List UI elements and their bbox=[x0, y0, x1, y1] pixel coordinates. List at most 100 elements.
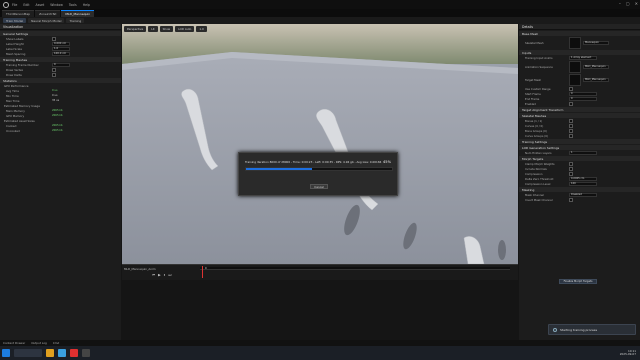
section-header[interactable]: Training Settings bbox=[519, 139, 640, 144]
property-label: Estimated Memory Usage bbox=[4, 103, 40, 108]
asset-picker[interactable]: MLD_Mannequin bbox=[583, 64, 609, 69]
property-row: Draw Delta bbox=[0, 72, 121, 77]
cancel-button[interactable]: Cancel bbox=[310, 184, 328, 189]
lit-button[interactable]: Lit bbox=[148, 25, 158, 32]
perspective-button[interactable]: Perspective bbox=[124, 25, 147, 32]
property-value: 2065 kb bbox=[52, 129, 63, 132]
minimize-icon[interactable]: – bbox=[619, 1, 621, 6]
asset-picker[interactable]: Mannequin bbox=[583, 40, 609, 45]
asset-thumbnail[interactable] bbox=[569, 36, 581, 49]
property-input[interactable]: 1 bbox=[569, 150, 597, 155]
progress-bar bbox=[245, 167, 393, 171]
browser-icon[interactable] bbox=[58, 349, 66, 357]
menu-asset[interactable]: Asset bbox=[36, 3, 45, 7]
property-label: Estimated Asset Sizes bbox=[4, 118, 35, 123]
folder-icon[interactable] bbox=[46, 349, 54, 357]
start-icon[interactable] bbox=[2, 349, 10, 357]
pause-icon[interactable]: ⏸ bbox=[164, 273, 166, 277]
visualization-panel: Visualization General Settings Show Label… bbox=[0, 24, 121, 340]
property-label: Uncooked bbox=[6, 128, 20, 133]
title-bar: File Edit Asset Window Tools Help – ▢ ✕ bbox=[0, 0, 640, 9]
viewport[interactable] bbox=[122, 24, 518, 264]
checkbox[interactable] bbox=[569, 133, 573, 138]
checkbox[interactable] bbox=[569, 166, 573, 171]
output-log-button[interactable]: Output Log bbox=[31, 341, 47, 345]
checkbox[interactable] bbox=[569, 197, 573, 202]
property-input[interactable]: 100.0 cm bbox=[52, 51, 70, 56]
property-input[interactable]: 0 bbox=[569, 91, 597, 96]
panel-title: Visualization bbox=[0, 24, 121, 30]
search-box[interactable] bbox=[14, 349, 42, 357]
asset-toolbar: Train Model Neural Morph Model Training bbox=[0, 17, 640, 24]
content-drawer-button[interactable]: Content Drawer bbox=[3, 341, 25, 345]
skip-back-icon[interactable]: ⏮ bbox=[152, 273, 155, 277]
close-icon[interactable]: ✕ bbox=[635, 1, 638, 6]
menu-edit[interactable]: Edit bbox=[23, 3, 29, 7]
property-input[interactable]: 100 bbox=[569, 181, 597, 186]
checkbox[interactable] bbox=[52, 72, 56, 77]
training-mode-button[interactable]: Training bbox=[66, 18, 85, 23]
skip-forward-icon[interactable]: ⏭ bbox=[168, 273, 171, 277]
property-input[interactable]: 1.0 bbox=[52, 46, 70, 51]
cmd-button[interactable]: Cmd bbox=[53, 341, 59, 345]
section-header[interactable]: Target Alignment Transform bbox=[519, 107, 640, 112]
lod-button[interactable]: LOD Auto bbox=[175, 25, 195, 32]
property-row: Uncooked 2065 kb bbox=[0, 128, 121, 133]
property-input[interactable]: 1 Array element bbox=[569, 55, 597, 60]
property-label: Cooked bbox=[6, 123, 17, 128]
model-type-dropdown[interactable]: Neural Morph Model bbox=[28, 18, 65, 23]
menu-file[interactable]: File bbox=[12, 3, 17, 7]
property-input[interactable]: 0 bbox=[52, 62, 70, 67]
checkbox[interactable] bbox=[569, 123, 573, 128]
speed-button[interactable]: 1.0 bbox=[196, 25, 207, 32]
finalize-morph-targets-button[interactable]: Finalize Morph Targets bbox=[559, 279, 597, 284]
property-label: Compression Level bbox=[525, 181, 551, 186]
property-row: Invert Mask Channel bbox=[519, 197, 640, 202]
property-value: 2065 kb bbox=[52, 109, 63, 112]
property-value: 2065 kb bbox=[52, 124, 63, 127]
property-value: 2065 kb bbox=[52, 114, 63, 117]
property-label: Label Height bbox=[6, 41, 24, 46]
checkbox[interactable] bbox=[569, 161, 573, 166]
maximize-icon[interactable]: ▢ bbox=[626, 1, 630, 6]
playhead[interactable] bbox=[202, 266, 203, 278]
property-input[interactable]: 0.000 cm bbox=[52, 41, 70, 46]
show-button[interactable]: Show bbox=[159, 25, 174, 32]
asset-picker[interactable]: MLD_Mannequin bbox=[583, 77, 609, 82]
menu-window[interactable]: Window bbox=[50, 3, 63, 7]
property-label: Draw Delta bbox=[6, 72, 22, 77]
checkbox[interactable] bbox=[569, 118, 573, 123]
property-input[interactable]: 0.0005 cm bbox=[569, 176, 597, 181]
asset-thumbnail[interactable] bbox=[569, 73, 581, 86]
property-label: Enabled bbox=[525, 101, 536, 106]
panel-title: Details bbox=[519, 24, 640, 30]
checkbox[interactable] bbox=[569, 171, 573, 176]
train-model-button[interactable]: Train Model bbox=[3, 18, 27, 23]
clock-date: 2025-09-07 bbox=[619, 352, 636, 356]
checkbox[interactable] bbox=[52, 67, 56, 72]
checkbox[interactable] bbox=[569, 86, 573, 91]
track-label: MLD_Mannequin_Anim bbox=[124, 267, 156, 271]
tab-mld-mannequin[interactable]: MLD_Mannequin bbox=[61, 10, 95, 17]
property-row: Mesh Spacing 100.0 cm bbox=[0, 51, 121, 56]
property-label: Use Custom Range bbox=[525, 86, 551, 91]
tab-thirdpersonmap[interactable]: ThirdPersonMap bbox=[2, 10, 35, 17]
checkbox[interactable] bbox=[52, 36, 56, 41]
play-icon[interactable]: ▶ bbox=[158, 273, 161, 277]
checkbox[interactable] bbox=[569, 128, 573, 133]
property-input[interactable]: 0 bbox=[569, 96, 597, 101]
property-input[interactable]: Disabled bbox=[569, 192, 597, 197]
timeline-ruler[interactable] bbox=[200, 267, 510, 270]
property-label: Invert Mask Channel bbox=[525, 197, 553, 202]
menu-help[interactable]: Help bbox=[83, 3, 90, 7]
property-label: Mask Channel bbox=[525, 192, 544, 197]
media-icon[interactable] bbox=[70, 349, 78, 357]
property-label: Show Labels bbox=[6, 36, 24, 41]
property-row: Target Mesh MLD_Mannequin bbox=[519, 73, 640, 86]
property-row: Skeletal Mesh Mannequin bbox=[519, 36, 640, 49]
asset-thumbnail[interactable] bbox=[569, 60, 581, 73]
unreal-editor-icon[interactable] bbox=[82, 349, 90, 357]
tab-zoneinfotst[interactable]: ZoneinfoTst bbox=[35, 10, 61, 17]
menu-tools[interactable]: Tools bbox=[69, 3, 77, 7]
checkbox[interactable] bbox=[569, 101, 573, 106]
